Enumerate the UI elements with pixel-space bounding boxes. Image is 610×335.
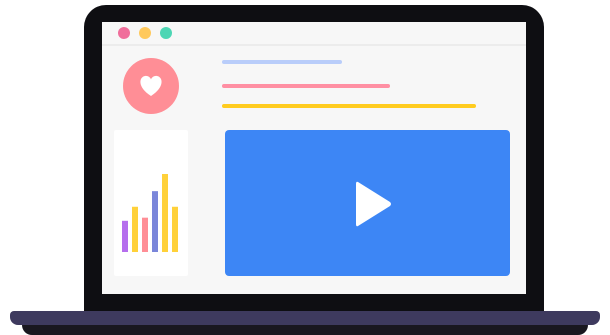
laptop-base-shadow [22,325,588,335]
video-player [225,130,510,276]
avatar [123,58,179,114]
mini-bar-chart [122,174,178,252]
chart-bar-3 [142,217,148,252]
window-close-button[interactable] [118,27,130,39]
laptop-illustration [0,0,610,335]
window-titlebar [102,22,526,44]
text-line-1 [222,60,342,64]
laptop-base [10,311,600,325]
text-line-3 [222,104,476,108]
chart-bar-4 [152,191,158,252]
laptop-screen [102,22,526,294]
play-icon [356,181,391,227]
chart-bar-2 [132,206,138,252]
chart-bar-5 [162,174,168,252]
chart-bar-1 [122,220,128,252]
mini-chart-card [114,130,188,276]
heart-icon [123,58,179,114]
window-minimize-button[interactable] [139,27,151,39]
text-line-2 [222,84,390,88]
chart-bar-6 [172,206,178,252]
window-maximize-button[interactable] [160,27,172,39]
play-button[interactable] [340,174,400,234]
titlebar-divider [102,44,526,46]
